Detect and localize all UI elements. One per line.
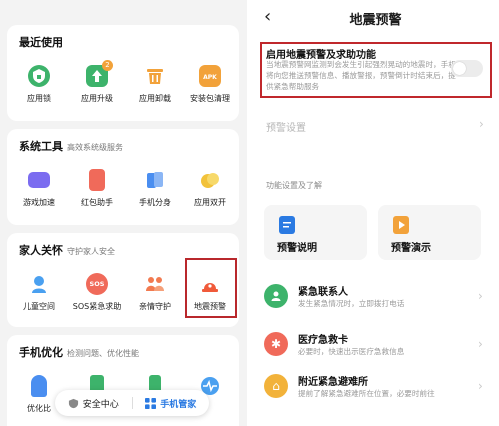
- feature-description: 当地震预警网监测到会发生引起强烈晃动的地震时，手机将向您推送预警信息、播放警报，…: [266, 60, 456, 91]
- recent-title: 最近使用: [19, 36, 63, 49]
- app-family-guard[interactable]: 亲情守护: [126, 273, 184, 312]
- item-shelter-title: 附近紧急避难所: [298, 377, 368, 388]
- app-upgrade-label: 应用升级: [81, 94, 113, 103]
- tile-alert-demo[interactable]: 预警演示: [378, 205, 481, 260]
- tab-security-center-label: 安全中心: [82, 399, 119, 410]
- item-medical-card-title: 医疗急救卡: [298, 335, 348, 346]
- app-dual-app-label: 应用双开: [194, 198, 226, 207]
- app-red-envelope[interactable]: 红包助手: [68, 169, 126, 208]
- app-phone-clone[interactable]: 手机分身: [126, 169, 184, 208]
- app-apk-clean[interactable]: APK 安装包清理: [181, 65, 239, 104]
- app-red-envelope-label: 红包助手: [81, 198, 113, 207]
- sos-icon: SOS: [86, 273, 108, 295]
- tab-phone-manager[interactable]: 手机管家: [133, 397, 210, 410]
- section-label: 功能设置及了解: [266, 181, 322, 190]
- item-medical-card-desc: 必要时，快速出示医疗急救信息: [298, 347, 405, 356]
- medical-icon: ✱: [264, 332, 288, 356]
- alert-settings-label[interactable]: 预警设置: [266, 119, 306, 134]
- svg-text:APK: APK: [203, 74, 217, 81]
- app-lock[interactable]: 应用锁: [10, 65, 68, 104]
- grid-icon: [145, 397, 157, 409]
- phone-clone-icon: [144, 169, 166, 191]
- tools-subtitle: 高效系统级服务: [67, 143, 123, 152]
- tools-card: 系统工具 高效系统级服务 游戏加速 红包助手 手机分身 应用双开: [7, 129, 239, 225]
- earthquake-highlight-box: [185, 258, 237, 318]
- dual-app-icon: [199, 169, 221, 191]
- app-child-space[interactable]: 儿童空间: [10, 273, 68, 312]
- chevron-right-icon: ›: [478, 289, 483, 303]
- app-phone-clone-label: 手机分身: [139, 198, 171, 207]
- chevron-right-icon: ›: [478, 379, 483, 393]
- shield-lock-icon: [28, 65, 50, 87]
- item-emergency-contact-desc: 发生紧急情况时，立即拨打电话: [298, 299, 405, 308]
- app-uninstall[interactable]: 应用卸载: [126, 65, 184, 104]
- tile-alert-guide[interactable]: 预警说明: [264, 205, 367, 260]
- rocket-icon: [31, 375, 47, 397]
- family-subtitle: 守护家人安全: [67, 247, 115, 256]
- apk-package-icon: APK: [199, 65, 221, 87]
- app-game-boost-label: 游戏加速: [23, 198, 55, 207]
- upgrade-badge: 2: [102, 60, 113, 71]
- child-space-icon: [28, 273, 50, 295]
- contact-icon: [264, 284, 288, 308]
- item-shelter-desc: 提前了解紧急避难所在位置，必要时前往: [298, 389, 435, 398]
- app-sos-label: SOS紧急求助: [72, 302, 122, 311]
- phone-manager-panel: 最近使用 应用锁 2 应用升级 应用卸载 APK 安装包清理 系统工具 高效系统…: [0, 0, 247, 426]
- chevron-right-icon: ›: [478, 337, 483, 351]
- tools-title: 系统工具 高效系统级服务: [19, 140, 123, 153]
- family-title: 家人关怀 守护家人安全: [19, 244, 115, 257]
- tab-phone-manager-label: 手机管家: [160, 399, 197, 410]
- tab-security-center[interactable]: 安全中心: [55, 397, 132, 410]
- app-child-space-label: 儿童空间: [23, 302, 55, 311]
- tile-alert-guide-label: 预警说明: [277, 243, 317, 254]
- tile-alert-demo-label: 预警演示: [391, 243, 431, 254]
- app-lock-label: 应用锁: [27, 94, 51, 103]
- earthquake-alert-panel: ‹ 地震预警 启用地震预警及求助功能 当地震预警网监测到会发生引起强烈晃动的地震…: [252, 0, 499, 426]
- recent-card: 最近使用 应用锁 2 应用升级 应用卸载 APK 安装包清理: [7, 25, 239, 121]
- app-uninstall-label: 应用卸载: [139, 94, 171, 103]
- item-medical-card[interactable]: ✱ 医疗急救卡 必要时，快速出示医疗急救信息 ›: [264, 330, 492, 370]
- upgrade-arrow-icon: 2: [86, 60, 113, 87]
- shelter-icon: ⌂: [264, 374, 288, 398]
- toggle-knob: [453, 62, 466, 75]
- settings-chevron-icon: ›: [479, 117, 484, 131]
- document-icon: [279, 216, 295, 234]
- app-apk-clean-label: 安装包清理: [190, 94, 230, 103]
- app-sos[interactable]: SOS SOS紧急求助: [68, 273, 126, 312]
- optimize-subtitle: 检测问题、优化性能: [67, 349, 139, 358]
- app-upgrade[interactable]: 2 应用升级: [68, 60, 126, 104]
- gamepad-icon: [28, 172, 50, 188]
- app-game-boost[interactable]: 游戏加速: [10, 169, 68, 208]
- family-guard-icon: [144, 273, 166, 295]
- shield-icon: [68, 398, 78, 408]
- red-envelope-icon: [89, 169, 105, 191]
- play-icon: [393, 216, 409, 234]
- item-emergency-contact-title: 紧急联系人: [298, 287, 348, 298]
- bottom-tab-bar: 安全中心 手机管家: [55, 390, 209, 416]
- page-title: 地震预警: [349, 13, 402, 28]
- trash-icon: [144, 65, 166, 87]
- optimize-title: 手机优化 检测问题、优化性能: [19, 346, 139, 359]
- item-shelter[interactable]: ⌂ 附近紧急避难所 提前了解紧急避难所在位置，必要时前往 ›: [264, 372, 492, 422]
- app-dual-app[interactable]: 应用双开: [181, 169, 239, 208]
- header: ‹ 地震预警: [252, 0, 499, 34]
- item-emergency-contact[interactable]: 紧急联系人 发生紧急情况时，立即拨打电话 ›: [264, 282, 492, 322]
- app-family-guard-label: 亲情守护: [139, 302, 171, 311]
- feature-toggle[interactable]: [451, 60, 483, 77]
